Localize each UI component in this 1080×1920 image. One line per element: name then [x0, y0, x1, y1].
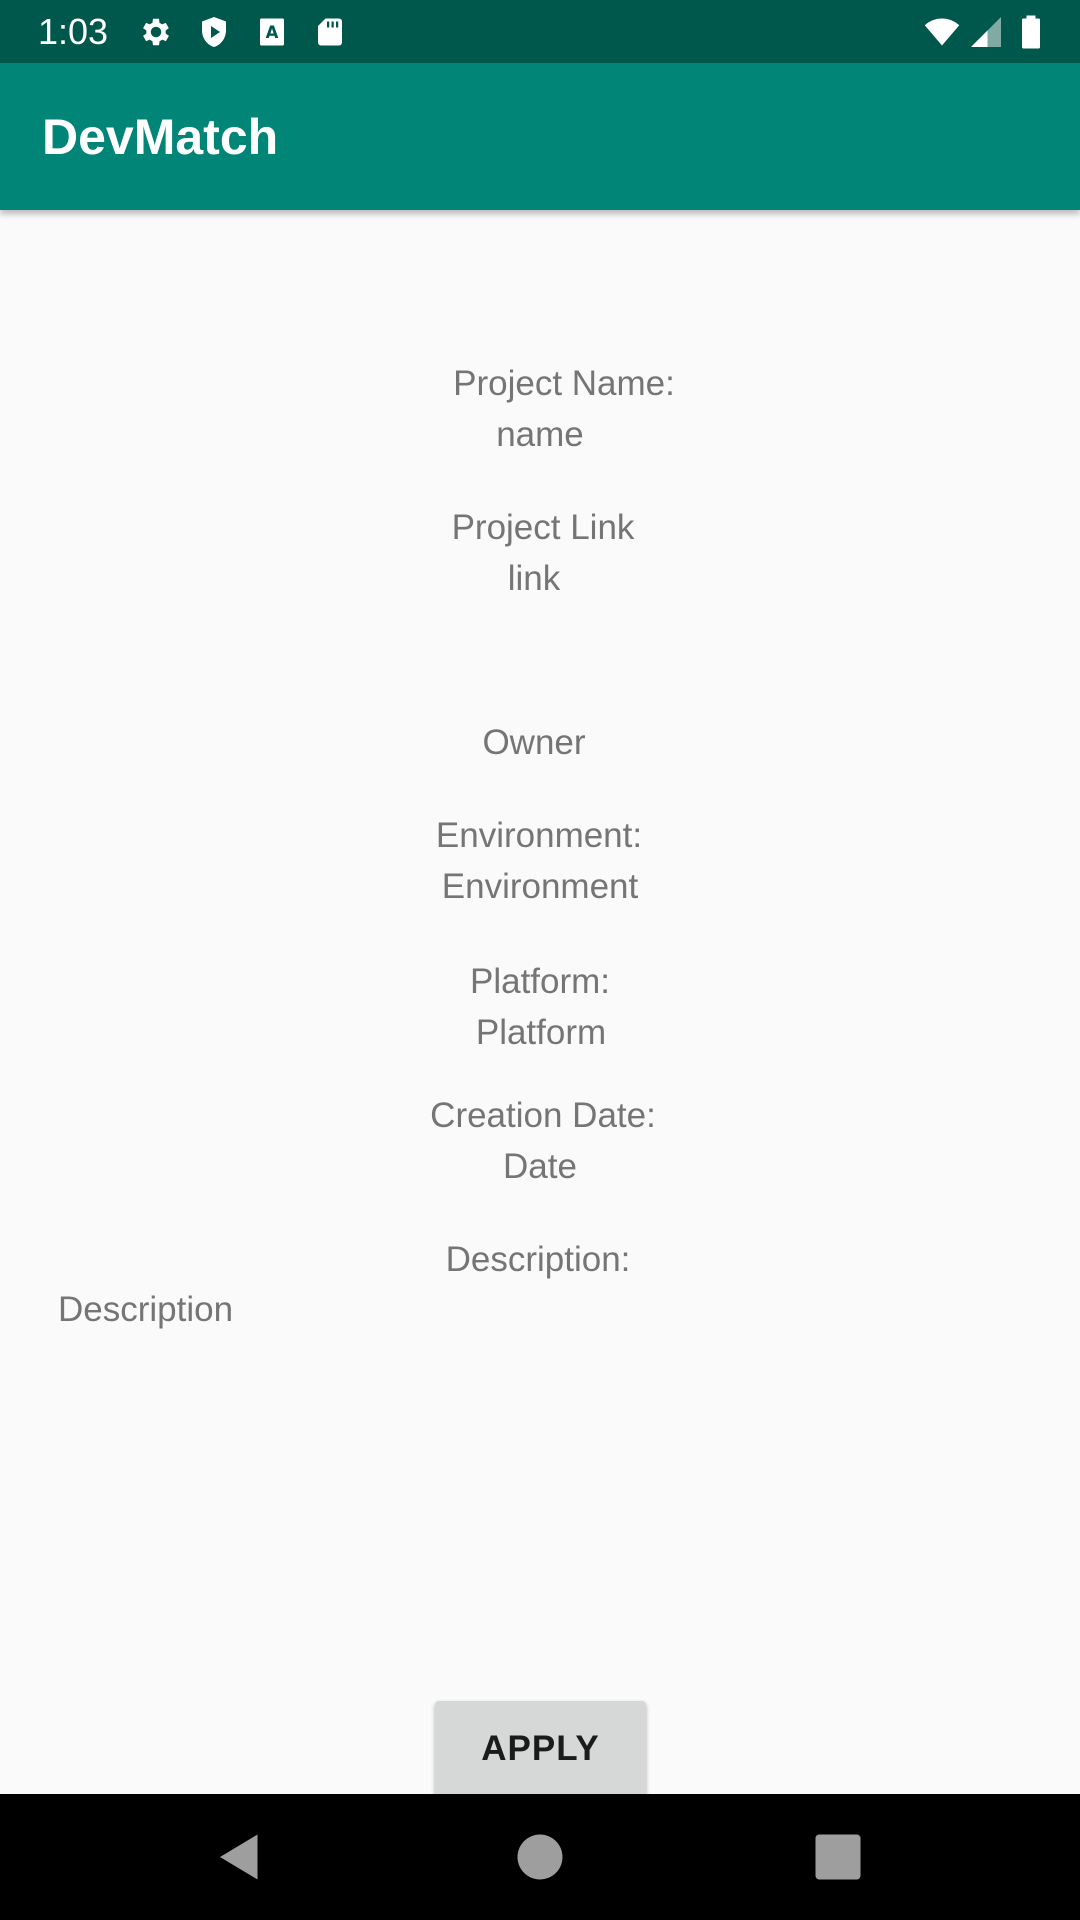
description-value: Description [58, 1290, 234, 1329]
gear-icon [138, 14, 174, 50]
status-bar: 1:03 A [0, 0, 1080, 63]
creation-date-value: Date [503, 1147, 577, 1186]
platform-value: Platform [475, 1013, 607, 1052]
battery-icon [1014, 14, 1048, 50]
shield-play-icon [196, 14, 232, 50]
sd-card-icon [312, 14, 348, 50]
a-sim-icon: A [254, 14, 290, 50]
navigation-bar [0, 1794, 1080, 1920]
home-icon[interactable] [510, 1827, 570, 1887]
status-time: 1:03 [38, 11, 109, 52]
recents-icon[interactable] [808, 1827, 868, 1887]
cellular-signal-icon [968, 14, 1004, 50]
project-link-value[interactable]: link [508, 557, 561, 601]
app-bar: DevMatch [0, 63, 1080, 210]
project-name-value: name [496, 415, 584, 454]
project-detail-screen: 1:03 A DevMatch Project Name: name Proje… [0, 0, 1080, 1920]
creation-date-label: Creation Date: [430, 1096, 656, 1135]
back-icon[interactable] [210, 1827, 270, 1887]
environment-value: Environment [441, 867, 639, 906]
project-link-label: Project Link [451, 508, 635, 547]
apply-button[interactable]: APPLY [435, 1701, 646, 1797]
svg-text:A: A [266, 23, 279, 42]
wifi-icon [920, 14, 964, 50]
project-name-label: Project Name: [453, 364, 675, 403]
description-label: Description: [445, 1240, 631, 1279]
app-title: DevMatch [42, 109, 279, 165]
owner-label: Owner [482, 723, 586, 762]
environment-label: Environment: [435, 816, 643, 855]
platform-label: Platform: [469, 962, 611, 1001]
